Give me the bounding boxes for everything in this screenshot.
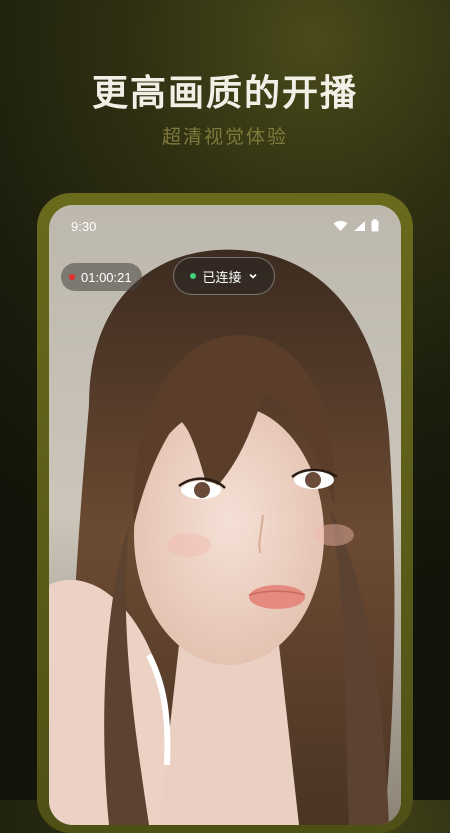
live-timer: 01:00:21 <box>81 269 132 285</box>
system-icons <box>333 219 379 232</box>
streamer-photo <box>49 205 401 825</box>
live-timer-badge: 01:00:21 <box>61 263 142 291</box>
wifi-icon <box>333 220 348 231</box>
connection-status-button[interactable]: 已连接 <box>173 257 275 295</box>
chevron-down-icon <box>248 273 257 279</box>
status-bar: 9:30 <box>49 205 401 245</box>
connected-dot-icon <box>190 273 197 279</box>
status-time: 9:30 <box>71 219 97 234</box>
recording-dot-icon <box>69 274 75 280</box>
signal-icon <box>354 220 365 231</box>
phone-screen: 9:30 01:00:21 已连接 <box>49 205 401 825</box>
promo-subhead: 超清视觉体验 <box>161 126 288 148</box>
connection-status-label: 已连接 <box>202 270 242 286</box>
promo-headline: 更高画质的开播 <box>91 73 358 114</box>
battery-icon <box>371 219 379 232</box>
